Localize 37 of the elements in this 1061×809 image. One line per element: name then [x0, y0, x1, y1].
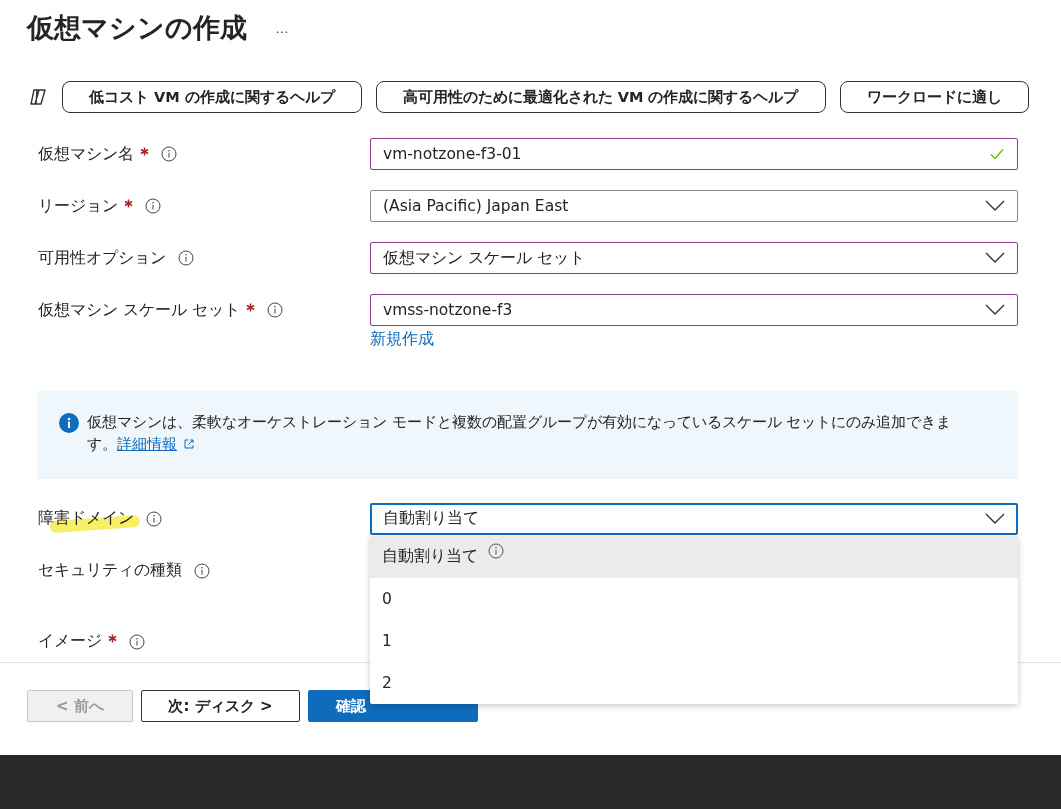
info-message: 仮想マシンは、柔軟なオーケストレーション モードと複数の配置グループが有効になっているスケール セットにのみ追加できます。詳細情報 — [87, 413, 953, 455]
chevron-down-icon — [985, 200, 1005, 212]
field-label: 仮想マシン名 — [38, 143, 134, 165]
copilot-icon — [28, 87, 48, 107]
footer-button[interactable]: 次: ディスク > — [141, 690, 300, 722]
create-new-link[interactable]: 新規作成 — [370, 329, 434, 350]
field-label: リージョン — [38, 195, 118, 217]
field-label: 可用性オプション — [38, 247, 166, 269]
info-icon — [146, 510, 162, 527]
dropdown-field[interactable]: 自動割り当て — [370, 502, 1018, 535]
dropdown-field[interactable]: 仮想マシン スケール セット — [370, 242, 1018, 274]
dropdown-field[interactable]: (Asia Pacific) Japan East — [370, 190, 1018, 222]
dropdown-field[interactable]: vmss-notzone-f3 — [370, 294, 1018, 326]
more-button[interactable]: … — [275, 20, 289, 36]
dropdown-option[interactable]: 自動割り当て — [370, 535, 1018, 578]
help-prompt-chip[interactable]: ワークロードに適し — [839, 81, 1029, 113]
info-icon — [178, 250, 194, 266]
chevron-down-icon — [985, 252, 1005, 264]
chevron-down-icon — [985, 512, 1005, 525]
help-prompt-chip[interactable]: 低コスト VM の作成に関するヘルプ — [62, 81, 362, 113]
info-icon — [129, 633, 145, 650]
field-label: セキュリティの種類 — [38, 560, 182, 582]
dropdown-option[interactable]: 0 — [370, 577, 1018, 620]
learn-more-link[interactable]: 詳細情報 — [117, 436, 177, 453]
info-icon — [194, 562, 210, 579]
field-label: 仮想マシン スケール セット — [38, 299, 240, 321]
dropdown-option[interactable]: 1 — [370, 619, 1018, 662]
text-field[interactable]: vm-notzone-f3-01 — [370, 138, 1018, 170]
field-label: イメージ — [38, 631, 102, 653]
page-title: 仮想マシンの作成 — [27, 11, 247, 45]
external-link-icon — [183, 438, 195, 451]
info-icon — [161, 146, 177, 162]
help-prompt-chip[interactable]: 高可用性のために最適化された VM の作成に関するヘルプ — [375, 81, 826, 113]
info-icon — [266, 302, 283, 318]
info-icon — [145, 198, 161, 214]
info-icon — [59, 413, 79, 433]
chevron-down-icon — [985, 304, 1005, 316]
